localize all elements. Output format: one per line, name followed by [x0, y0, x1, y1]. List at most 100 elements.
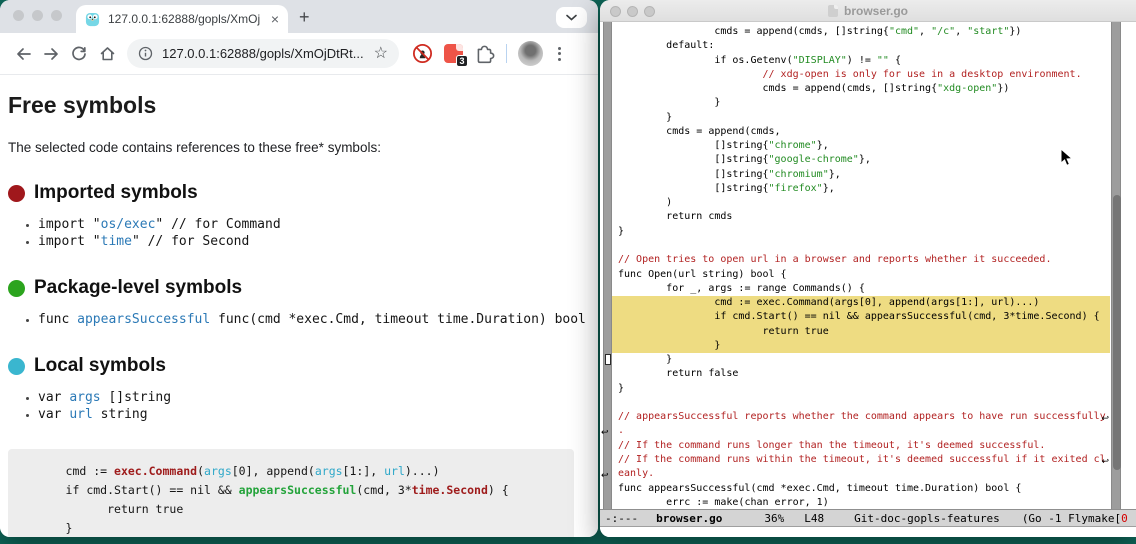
code-line: errc := make(chan error, 1)	[612, 496, 1110, 510]
browser-window: 127.0.0.1:62888/gopls/XmOjD × + 127.0.0.…	[0, 0, 598, 537]
modeline-percent: 36%	[764, 512, 784, 525]
section-heading-label: Imported symbols	[34, 182, 198, 204]
tab-title: 127.0.0.1:62888/gopls/XmOjD	[108, 12, 260, 26]
scrollbar-thumb[interactable]	[1113, 195, 1121, 470]
extensions-puzzle-icon[interactable]	[474, 43, 495, 64]
code-line: // If the command runs longer than the t…	[612, 439, 1110, 453]
section-heading-imported: Imported symbols	[8, 182, 598, 204]
gopls-free-symbols-page: Free symbols The selected code contains …	[0, 92, 598, 537]
emacs-titlebar[interactable]: browser.go	[600, 0, 1136, 22]
forward-button[interactable]	[37, 40, 65, 68]
url-bar[interactable]: 127.0.0.1:62888/gopls/XmOjDtRt... ☆	[127, 39, 399, 68]
mouse-cursor	[1060, 148, 1073, 167]
code-line: []string{"google-chrome"},	[612, 153, 1110, 167]
tab-strip: 127.0.0.1:62888/gopls/XmOjD × +	[0, 0, 598, 33]
url-text[interactable]: 127.0.0.1:62888/gopls/XmOjDtRt...	[162, 46, 364, 61]
code-line: default:	[612, 39, 1110, 53]
right-scrollbar-track[interactable]	[1111, 22, 1121, 509]
chevron-down-icon	[566, 14, 577, 21]
local-dot-icon	[8, 358, 25, 375]
code-line: cmd := exec.Command(args[0], append(args…	[24, 462, 574, 481]
blocker-extension-icon[interactable]	[412, 43, 433, 64]
go-gopher-favicon	[85, 12, 100, 27]
code-line	[612, 396, 1110, 410]
code-line: []string{"chrome"},	[612, 139, 1110, 153]
browser-menu-button[interactable]	[554, 47, 565, 61]
browser-tab[interactable]: 127.0.0.1:62888/gopls/XmOjD ×	[76, 5, 288, 33]
code-line: func appearsSuccessful(cmd *exec.Cmd, ti…	[612, 482, 1110, 496]
modeline-status: -:---	[605, 512, 638, 525]
local-symbols-list: var args []stringvar url string	[0, 389, 598, 423]
close-window-button[interactable]	[13, 10, 24, 21]
code-line: // If the command runs within the timeou…	[612, 453, 1110, 467]
code-line: cmds = append(cmds,	[612, 125, 1110, 139]
zoom-window-button[interactable]	[644, 6, 655, 17]
red-extension-icon[interactable]: 3	[444, 44, 463, 63]
line-wrap-icon: ↩	[601, 469, 609, 483]
bookmark-star-icon[interactable]: ☆	[374, 46, 388, 62]
emacs-buffer-area[interactable]: cmds = append(cmds, []string{"cmd", "/c"…	[600, 22, 1136, 537]
emacs-echo-area[interactable]	[600, 528, 1136, 537]
back-button[interactable]	[9, 40, 37, 68]
tab-search-button[interactable]	[556, 7, 587, 28]
emacs-window-controls[interactable]	[610, 6, 655, 17]
code-line: []string{"chromium"},	[612, 168, 1110, 182]
site-info-icon[interactable]	[138, 46, 153, 61]
zoom-window-button[interactable]	[51, 10, 62, 21]
page-intro: The selected code contains references to…	[8, 140, 598, 155]
highlighted-code-line: }	[612, 339, 1110, 353]
highlighted-code-line: if cmd.Start() == nil && appearsSuccessf…	[612, 310, 1110, 324]
section-heading-local: Local symbols	[8, 355, 598, 377]
reload-icon	[71, 46, 87, 62]
code-line: if os.Getenv("DISPLAY") != "" {	[612, 54, 1110, 68]
symbol-link[interactable]: appearsSuccessful	[77, 312, 210, 327]
code-line: }	[612, 96, 1110, 110]
new-tab-button[interactable]: +	[299, 7, 310, 28]
code-line: }	[24, 519, 574, 537]
home-button[interactable]	[93, 40, 121, 68]
emacs-hollow-cursor	[605, 354, 611, 365]
section-heading-package: Package-level symbols	[8, 277, 598, 299]
emacs-window-title: browser.go	[844, 4, 908, 18]
code-line: []string{"firefox"},	[612, 182, 1110, 196]
package-dot-icon	[8, 280, 25, 297]
symbol-list-item: import "time" // for Second	[38, 233, 598, 250]
reload-button[interactable]	[65, 40, 93, 68]
symbol-list-item: import "os/exec" // for Command	[38, 216, 598, 233]
package-symbols-list: func appearsSuccessful func(cmd *exec.Cm…	[0, 311, 598, 328]
code-line: }	[612, 382, 1110, 396]
emacs-code-text[interactable]: cmds = append(cmds, []string{"cmd", "/c"…	[612, 25, 1110, 510]
code-line: for _, args := range Commands() {	[612, 282, 1110, 296]
close-window-button[interactable]	[610, 6, 621, 17]
symbol-link[interactable]: url	[69, 407, 92, 422]
emacs-mode-line: -:--- browser.go 36% L48 Git-doc-gopls-f…	[600, 509, 1136, 527]
symbol-list-item: func appearsSuccessful func(cmd *exec.Cm…	[38, 311, 598, 328]
forward-arrow-icon	[43, 46, 60, 62]
minimize-window-button[interactable]	[627, 6, 638, 17]
section-heading-label: Package-level symbols	[34, 277, 242, 299]
code-line	[612, 239, 1110, 253]
emacs-window: browser.go cmds = append(cmds, []string{…	[600, 0, 1136, 537]
code-line: if cmd.Start() == nil && appearsSuccessf…	[24, 481, 574, 500]
code-line: return true	[24, 500, 574, 519]
modeline-modes[interactable]: (Go -1 Flymake[	[1022, 512, 1121, 525]
symbol-link[interactable]: os/exec	[101, 217, 156, 232]
code-line: // appearsSuccessful reports whether the…	[612, 410, 1110, 424]
code-line: }	[612, 225, 1110, 239]
browser-toolbar: 127.0.0.1:62888/gopls/XmOjDtRt... ☆ 3	[0, 33, 598, 75]
modeline-buffer-name[interactable]: browser.go	[656, 512, 722, 525]
symbol-link[interactable]: args	[69, 390, 100, 405]
profile-avatar[interactable]	[518, 41, 543, 66]
page-title: Free symbols	[8, 92, 598, 119]
home-icon	[99, 46, 116, 62]
window-controls[interactable]	[13, 10, 62, 21]
minimize-window-button[interactable]	[32, 10, 43, 21]
imported-dot-icon	[8, 185, 25, 202]
code-line: cmds = append(cmds, []string{"xdg-open"}…	[612, 82, 1110, 96]
code-line: )	[612, 196, 1110, 210]
symbol-link[interactable]: time	[101, 234, 132, 249]
modeline-git-branch[interactable]: Git-doc-gopls-features	[854, 512, 1000, 525]
code-line: // xdg-open is only for use in a desktop…	[612, 68, 1110, 82]
tab-close-icon[interactable]: ×	[271, 12, 279, 26]
highlighted-code-line: cmd := exec.Command(args[0], append(args…	[612, 296, 1110, 310]
